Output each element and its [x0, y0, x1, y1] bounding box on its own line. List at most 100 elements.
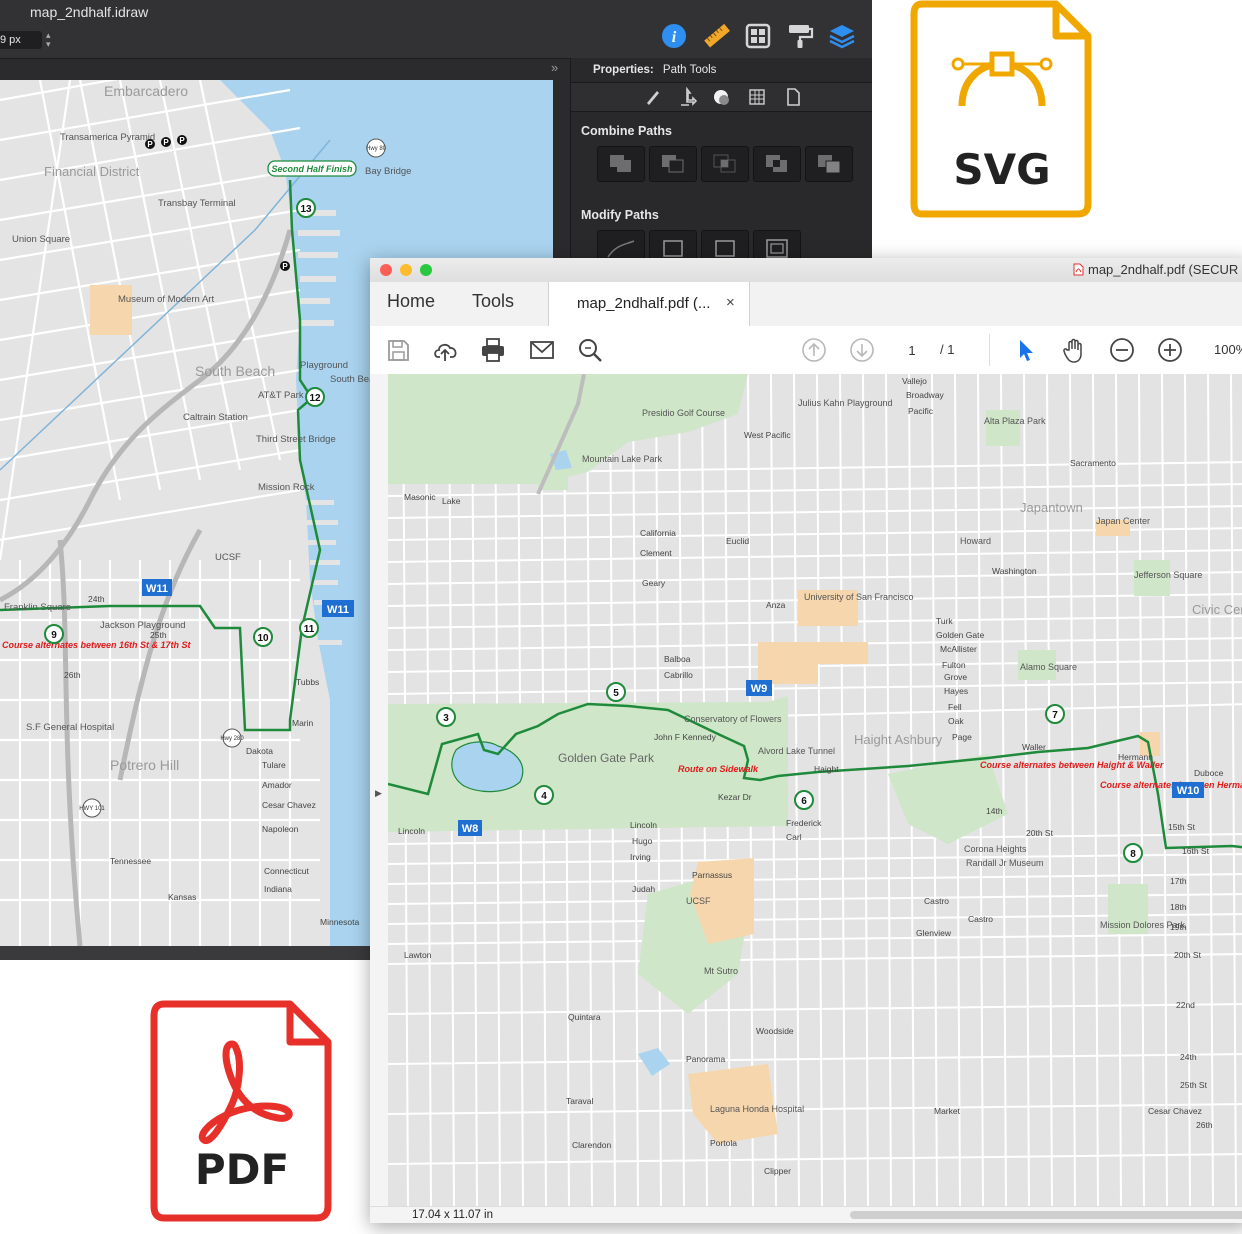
pdf-toolbar: 1 / 1 100% [370, 326, 1242, 375]
document-tab[interactable]: map_2ndhalf.pdf (... × [548, 282, 750, 326]
document-icon[interactable] [783, 87, 803, 107]
ruler-icon[interactable] [702, 22, 730, 50]
svg-text:West Pacific: West Pacific [744, 430, 791, 440]
close-window-button[interactable] [380, 264, 392, 276]
page-number-field[interactable]: 1 [892, 339, 932, 363]
minimize-window-button[interactable] [400, 264, 412, 276]
paint-roller-icon[interactable] [786, 22, 814, 50]
zoom-out-icon[interactable] [1108, 336, 1136, 364]
grid-icon[interactable] [744, 22, 772, 50]
upload-icon[interactable] [432, 336, 460, 364]
home-tab[interactable]: Home [387, 291, 435, 312]
svg-text:20th St: 20th St [1026, 828, 1054, 838]
pdf-map-canvas[interactable]: Japantown Haight Ashbury Civic Center Go… [388, 374, 1242, 1206]
pdf-horizontal-scrollbar[interactable] [850, 1211, 1242, 1219]
svg-text:4: 4 [541, 791, 547, 802]
svg-text:Clarendon: Clarendon [572, 1140, 611, 1150]
svg-text:UCSF: UCSF [215, 552, 241, 563]
svg-text:26th: 26th [1196, 1120, 1213, 1130]
svg-text:Lake: Lake [442, 496, 461, 506]
svg-text:Duboce: Duboce [1194, 768, 1224, 778]
properties-value: Path Tools [662, 64, 717, 76]
svg-text:Minnesota: Minnesota [320, 917, 359, 927]
stroke-width-field[interactable]: 9 px [0, 31, 42, 49]
svg-text:Anza: Anza [766, 600, 786, 610]
svg-text:Hayes: Hayes [944, 686, 968, 696]
info-icon[interactable]: i [660, 22, 688, 50]
page-down-icon[interactable] [848, 336, 876, 364]
pdf-badge-label: PDF [195, 1145, 289, 1194]
svg-text:Irving: Irving [630, 852, 651, 862]
svg-text:6: 6 [801, 796, 807, 807]
intersect-button[interactable] [701, 146, 749, 182]
svg-text:P: P [282, 262, 288, 271]
pdf-status-bar: 17.04 x 11.07 in [370, 1206, 1242, 1223]
move-icon[interactable] [677, 87, 697, 107]
pdf-window-title: map_2ndhalf.pdf (SECUR [1073, 262, 1238, 277]
svg-text:P: P [163, 138, 169, 147]
divide-button[interactable] [805, 146, 853, 182]
zoom-in-icon[interactable] [1156, 336, 1184, 364]
svg-text:Transamerica Pyramid: Transamerica Pyramid [60, 132, 155, 143]
svg-text:Connecticut: Connecticut [264, 866, 310, 876]
svg-text:13: 13 [300, 204, 312, 215]
zoom-percentage-field[interactable]: 100% [1214, 339, 1242, 361]
svg-text:Course alternates between 16th: Course alternates between 16th St & 17th… [2, 640, 192, 650]
stroke-width-stepper[interactable]: ▴ ▾ [46, 31, 54, 49]
pen-icon[interactable] [643, 87, 663, 107]
svg-text:Hwy 80: Hwy 80 [366, 146, 387, 152]
svg-text:Hwy 280: Hwy 280 [220, 736, 244, 742]
idraw-window-title: map_2ndhalf.idraw [30, 4, 149, 20]
svg-text:W11: W11 [327, 604, 349, 616]
svg-text:25th St: 25th St [1180, 1080, 1208, 1090]
svg-text:Mt Sutro: Mt Sutro [704, 966, 738, 976]
svg-text:Alvord Lake Tunnel: Alvord Lake Tunnel [758, 746, 835, 756]
hand-icon[interactable] [1060, 336, 1088, 364]
search-icon[interactable] [576, 336, 604, 364]
cursor-icon[interactable] [1012, 336, 1040, 364]
svg-text:Waller: Waller [1022, 742, 1046, 752]
subtract-button[interactable] [649, 146, 697, 182]
svg-text:26th: 26th [64, 670, 81, 680]
svg-text:Napoleon: Napoleon [262, 824, 299, 834]
svg-text:Alta Plaza Park: Alta Plaza Park [984, 416, 1046, 426]
svg-text:i: i [672, 29, 677, 46]
svg-text:Parnassus: Parnassus [692, 870, 732, 880]
zoom-window-button[interactable] [420, 264, 432, 276]
page-up-icon[interactable] [800, 336, 828, 364]
svg-text:Lawton: Lawton [404, 950, 432, 960]
expand-panel-icon[interactable]: ▶ [375, 788, 382, 799]
finish-label: Second Half Finish [271, 164, 353, 174]
svg-text:18th: 18th [1170, 902, 1187, 912]
union-button[interactable] [597, 146, 645, 182]
svg-text:California: California [640, 528, 676, 538]
save-icon[interactable] [384, 336, 412, 364]
svg-text:Euclid: Euclid [726, 536, 749, 546]
table-icon[interactable] [747, 87, 767, 107]
pdf-viewer-window: map_2ndhalf.pdf (SECUR Home Tools map_2n… [370, 258, 1242, 1223]
svg-text:Market: Market [934, 1106, 961, 1116]
svg-text:Alamo Square: Alamo Square [1020, 662, 1077, 672]
exclude-button[interactable] [753, 146, 801, 182]
svg-text:Clipper: Clipper [764, 1166, 791, 1176]
svg-text:Laguna Honda Hospital: Laguna Honda Hospital [710, 1104, 804, 1114]
collapse-panel-button[interactable]: » [551, 60, 558, 75]
pdf-side-rail: ▶ [370, 374, 389, 1206]
shape-icon[interactable] [711, 87, 731, 107]
tools-tab[interactable]: Tools [472, 291, 514, 312]
svg-text:Mission Rock: Mission Rock [258, 482, 315, 493]
svg-text:Haight Ashbury: Haight Ashbury [854, 732, 943, 747]
svg-text:12: 12 [309, 393, 321, 404]
toolbar-divider [989, 334, 990, 366]
svg-text:Kezar Dr: Kezar Dr [718, 792, 752, 802]
pdf-file-icon [1073, 263, 1084, 276]
print-icon[interactable] [479, 336, 507, 364]
svg-text:Indiana: Indiana [264, 884, 292, 894]
svg-text:Cesar Chavez: Cesar Chavez [1148, 1106, 1202, 1116]
close-tab-button[interactable]: × [726, 294, 735, 311]
svg-text:Transbay Terminal: Transbay Terminal [158, 198, 236, 209]
layers-icon[interactable] [828, 22, 856, 50]
svg-text:Grove: Grove [944, 672, 967, 682]
mail-icon[interactable] [528, 336, 556, 364]
svg-text:HWY 101: HWY 101 [79, 806, 105, 812]
